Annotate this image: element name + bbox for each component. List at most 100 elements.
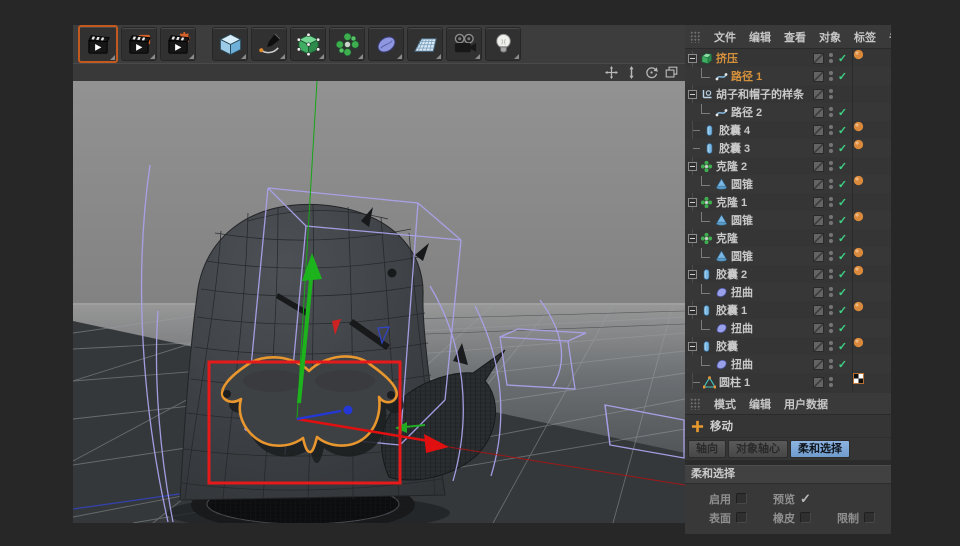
tab-对象轴心[interactable]: 对象轴心 <box>728 440 788 458</box>
layer-color-swatch[interactable] <box>813 268 824 280</box>
tree-row[interactable]: 胶囊 3 ✓ <box>685 139 891 157</box>
enabled-checkmark[interactable]: ✓ <box>835 52 850 65</box>
layer-color-swatch[interactable] <box>813 322 824 334</box>
tree-row[interactable]: 扭曲 ✓ <box>685 283 891 301</box>
object-label[interactable]: 圆柱 1 <box>719 374 750 390</box>
enabled-checkmark[interactable]: ✓ <box>835 106 850 119</box>
layer-color-swatch[interactable] <box>813 340 824 352</box>
add-primitive-cube-button[interactable] <box>212 27 248 61</box>
visibility-dots[interactable] <box>827 341 835 351</box>
object-label[interactable]: 胡子和帽子的样条 <box>716 86 804 102</box>
tree-row[interactable]: 圆柱 1 <box>685 373 891 391</box>
object-label[interactable]: 胶囊 4 <box>719 122 750 138</box>
enabled-checkmark[interactable]: ✓ <box>835 178 850 191</box>
object-label[interactable]: 扭曲 <box>731 284 753 300</box>
viewport[interactable] <box>73 81 685 523</box>
tree-row[interactable]: 克隆 ✓ <box>685 229 891 247</box>
layer-color-swatch[interactable] <box>813 250 824 262</box>
expander-icon[interactable] <box>688 197 697 207</box>
object-label[interactable]: 圆锥 <box>731 212 753 228</box>
object-label[interactable]: 胶囊 <box>716 338 738 354</box>
enabled-checkmark[interactable]: ✓ <box>835 250 850 263</box>
object-label[interactable]: 路径 1 <box>731 68 762 84</box>
tree-row[interactable]: 胶囊 1 ✓ <box>685 301 891 319</box>
add-deformer-button[interactable] <box>368 27 404 61</box>
tree-row[interactable]: 克隆 1 ✓ <box>685 193 891 211</box>
om-menu-1[interactable]: 文件 <box>714 29 736 45</box>
checkbox[interactable] <box>800 512 811 523</box>
tag-column[interactable] <box>852 49 891 67</box>
visibility-dots[interactable] <box>827 359 835 369</box>
panel-grip-icon[interactable] <box>690 397 701 410</box>
layer-color-swatch[interactable] <box>813 214 824 226</box>
render-picture-viewer-button[interactable] <box>121 27 157 61</box>
tag-column[interactable] <box>852 265 891 283</box>
enabled-checkmark[interactable]: ✓ <box>835 304 850 317</box>
om-menu-6[interactable]: 书签 <box>889 29 891 45</box>
expander-icon[interactable] <box>688 269 697 279</box>
layer-color-swatch[interactable] <box>813 286 824 298</box>
enabled-checkmark[interactable]: ✓ <box>835 340 850 353</box>
tab-轴向[interactable]: 轴向 <box>688 440 726 458</box>
enabled-checkmark[interactable]: ✓ <box>835 196 850 209</box>
tree-row[interactable]: 克隆 2 ✓ <box>685 157 891 175</box>
tag-column[interactable] <box>852 193 891 211</box>
tag-column[interactable] <box>852 175 891 193</box>
expander-icon[interactable] <box>688 161 697 171</box>
checkbox[interactable] <box>736 493 747 504</box>
object-label[interactable]: 圆锥 <box>731 248 753 264</box>
expander-icon[interactable] <box>688 233 697 243</box>
layer-color-swatch[interactable] <box>813 376 824 388</box>
tag-column[interactable] <box>852 373 891 391</box>
enabled-checkmark[interactable]: ✓ <box>835 70 850 83</box>
tree-row[interactable]: 路径 2 ✓ <box>685 103 891 121</box>
tree-row[interactable]: 胶囊 ✓ <box>685 337 891 355</box>
visibility-dots[interactable] <box>827 71 835 81</box>
tag-column[interactable] <box>852 337 891 355</box>
checkbox[interactable] <box>736 512 747 523</box>
layer-color-swatch[interactable] <box>813 88 824 100</box>
tree-row[interactable]: 圆锥 ✓ <box>685 211 891 229</box>
visibility-dots[interactable] <box>827 89 835 99</box>
tree-row[interactable]: 胶囊 4 ✓ <box>685 121 891 139</box>
tag-column[interactable] <box>852 121 891 139</box>
am-menu-3[interactable]: 用户数据 <box>784 396 828 412</box>
visibility-dots[interactable] <box>827 287 835 297</box>
panel-grip-icon[interactable] <box>690 30 701 43</box>
tag-column[interactable] <box>852 283 891 301</box>
tag-column[interactable] <box>852 247 891 265</box>
add-light-button[interactable] <box>485 27 521 61</box>
visibility-dots[interactable] <box>827 143 835 153</box>
tree-row[interactable]: 胡子和帽子的样条 <box>685 85 891 103</box>
visibility-dots[interactable] <box>827 251 835 261</box>
visibility-dots[interactable] <box>827 53 835 63</box>
checkbox-checked[interactable]: ✓ <box>800 492 811 505</box>
object-label[interactable]: 圆锥 <box>731 176 753 192</box>
tag-column[interactable] <box>852 85 891 103</box>
add-floor-environment-button[interactable] <box>407 27 443 61</box>
visibility-dots[interactable] <box>827 125 835 135</box>
visibility-dots[interactable] <box>827 179 835 189</box>
tree-row[interactable]: 扭曲 ✓ <box>685 355 891 373</box>
tab-柔和选择[interactable]: 柔和选择 <box>790 440 850 458</box>
pan-view-icon[interactable] <box>605 66 618 79</box>
zoom-view-icon[interactable] <box>625 66 638 79</box>
render-active-view-button[interactable] <box>78 25 118 63</box>
enabled-checkmark[interactable]: ✓ <box>835 232 850 245</box>
tree-row[interactable]: 扭曲 ✓ <box>685 319 891 337</box>
visibility-dots[interactable] <box>827 107 835 117</box>
tag-column[interactable] <box>852 229 891 247</box>
visibility-dots[interactable] <box>827 197 835 207</box>
tree-row[interactable]: 胶囊 2 ✓ <box>685 265 891 283</box>
add-cloner-button[interactable] <box>329 27 365 61</box>
tag-column[interactable] <box>852 355 891 373</box>
enabled-checkmark[interactable]: ✓ <box>835 358 850 371</box>
object-label[interactable]: 胶囊 1 <box>716 302 747 318</box>
visibility-dots[interactable] <box>827 215 835 225</box>
object-label[interactable]: 克隆 <box>716 230 738 246</box>
toggle-view-icon[interactable] <box>665 66 678 79</box>
layer-color-swatch[interactable] <box>813 304 824 316</box>
layer-color-swatch[interactable] <box>813 70 824 82</box>
add-camera-button[interactable] <box>446 27 482 61</box>
tag-column[interactable] <box>852 157 891 175</box>
